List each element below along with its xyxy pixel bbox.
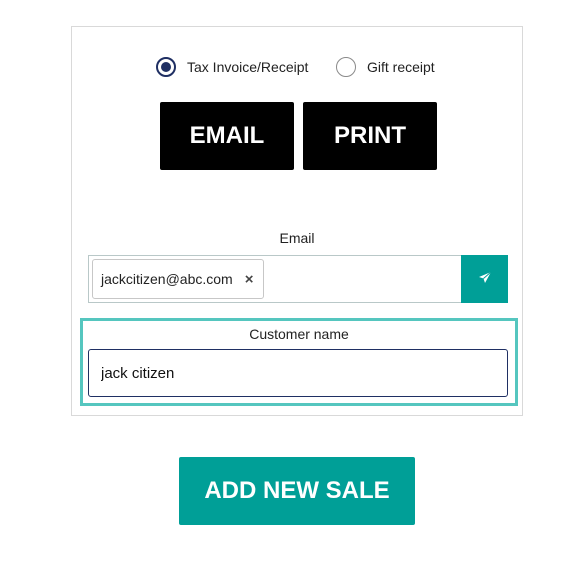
close-icon[interactable]: ×: [245, 271, 254, 288]
receipt-panel: Tax Invoice/Receipt Gift receipt EMAIL P…: [71, 26, 523, 416]
radio-gift-receipt-label: Gift receipt: [367, 59, 435, 75]
email-row: jackcitizen@abc.com ×: [88, 255, 508, 303]
print-button[interactable]: PRINT: [303, 102, 437, 170]
send-email-button[interactable]: [461, 255, 508, 303]
email-chip: jackcitizen@abc.com ×: [92, 259, 265, 299]
radio-gift-receipt[interactable]: Gift receipt: [336, 57, 435, 77]
radio-unselected-icon[interactable]: [336, 57, 356, 77]
email-chip-text: jackcitizen@abc.com: [101, 271, 233, 287]
customer-name-section: Customer name: [80, 318, 518, 406]
email-button[interactable]: EMAIL: [160, 102, 294, 170]
radio-selected-icon[interactable]: [156, 57, 176, 77]
add-new-sale-button[interactable]: ADD NEW SALE: [179, 457, 415, 525]
email-field[interactable]: jackcitizen@abc.com ×: [88, 255, 462, 303]
customer-name-label: Customer name: [249, 326, 349, 342]
radio-tax-invoice-label: Tax Invoice/Receipt: [187, 59, 309, 75]
email-field-label: Email: [279, 230, 315, 246]
receipt-type-radio-group: Tax Invoice/Receipt Gift receipt: [72, 57, 522, 81]
customer-name-input[interactable]: [88, 349, 508, 397]
radio-tax-invoice[interactable]: Tax Invoice/Receipt: [156, 57, 308, 77]
paper-plane-icon: [478, 271, 492, 288]
